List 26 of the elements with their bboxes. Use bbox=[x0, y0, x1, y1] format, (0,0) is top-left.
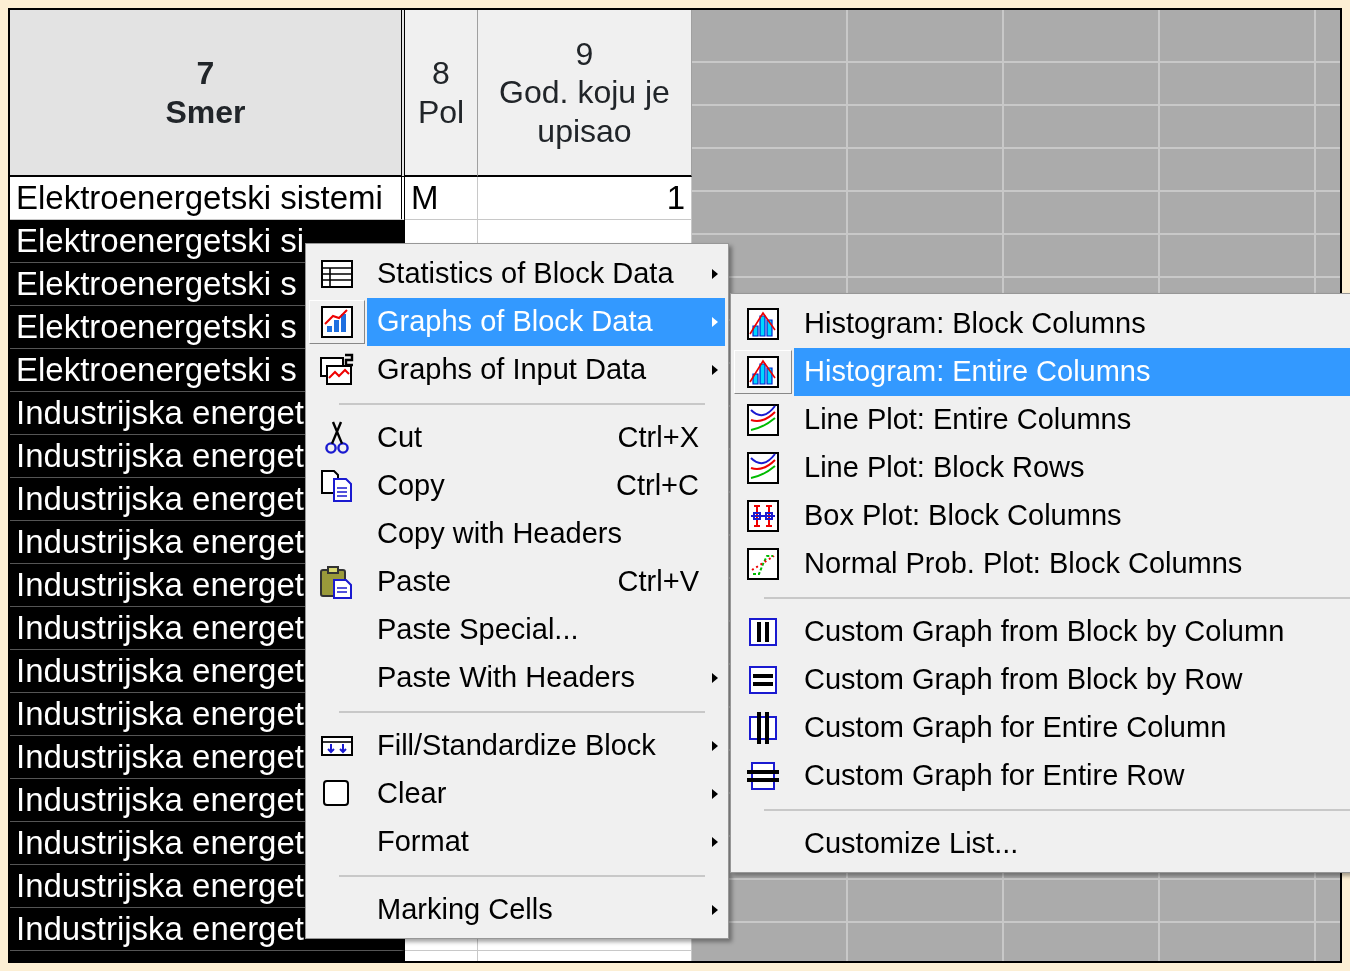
column-header[interactable]: 7 Smer bbox=[10, 10, 405, 177]
column-header[interactable]: 8 Pol bbox=[405, 10, 478, 177]
menu-item[interactable]: Custom Graph from Block by Column bbox=[734, 608, 1350, 656]
table-cell: Elektroenergetski sistemi bbox=[10, 177, 405, 220]
menu-item[interactable]: Box Plot: Block Columns bbox=[734, 492, 1350, 540]
table-cell: 1 bbox=[478, 177, 692, 220]
menu-item[interactable]: Line Plot: Block Rows bbox=[734, 444, 1350, 492]
column-header[interactable]: 9 God. koju je upisao bbox=[478, 10, 692, 177]
line-plot-icon bbox=[745, 450, 781, 486]
menu-item[interactable]: Line Plot: Entire Columns bbox=[734, 396, 1350, 444]
bar-chart-icon bbox=[319, 304, 355, 340]
menu-item[interactable]: Custom Graph from Block by Row bbox=[734, 656, 1350, 704]
menu-item[interactable]: Customize List... bbox=[734, 820, 1350, 868]
menu-item[interactable]: Custom Graph for Entire Row bbox=[734, 752, 1350, 800]
clipboard-icon bbox=[319, 564, 355, 600]
histogram-icon bbox=[745, 306, 781, 342]
menu-item[interactable]: Histogram: Block Columns bbox=[734, 300, 1350, 348]
menu-item[interactable]: Normal Prob. Plot: Block Columns bbox=[734, 540, 1350, 588]
copy-icon bbox=[319, 468, 355, 504]
menu-item[interactable]: Custom Graph for Entire Column bbox=[734, 704, 1350, 752]
box-plot-icon bbox=[745, 498, 781, 534]
line-plot-icon bbox=[745, 402, 781, 438]
table-cell: M bbox=[405, 177, 478, 220]
probability-plot-icon bbox=[745, 546, 781, 582]
histogram-icon bbox=[745, 354, 781, 390]
charts-icon bbox=[319, 352, 355, 388]
